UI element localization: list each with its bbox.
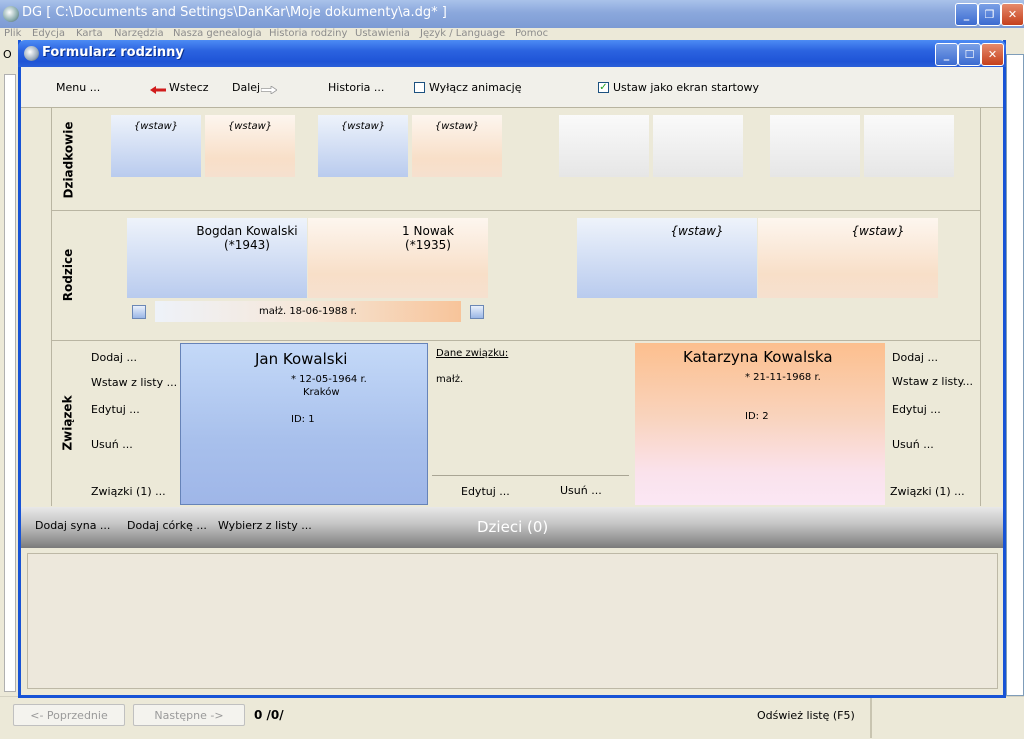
- menu-ustawienia[interactable]: Ustawienia: [355, 28, 410, 39]
- left-unions-button[interactable]: Związki (1) ...: [91, 485, 166, 498]
- minimize-icon[interactable]: _: [955, 3, 978, 26]
- person-card-katarzyna[interactable]: Katarzyna Kowalska * 21-11-1968 r. ID: 2: [635, 343, 885, 505]
- spouse-mother-card[interactable]: {wstaw}: [758, 218, 938, 298]
- person-birth: * 21-11-1968 r.: [745, 372, 821, 383]
- main-left-panel: [0, 44, 16, 696]
- refresh-list-button[interactable]: Odśwież listę (F5): [757, 709, 855, 722]
- right-add-button[interactable]: Dodaj ...: [892, 351, 938, 364]
- main-window-title: DG [ C:\Documents and Settings\DanKar\Mo…: [22, 5, 447, 20]
- father-card[interactable]: Bogdan Kowalski (*1943): [127, 218, 307, 298]
- restore-icon[interactable]: ❐: [978, 3, 1001, 26]
- dialog-minimize-icon[interactable]: _: [935, 43, 958, 66]
- union-details-title: Dane związku:: [436, 348, 509, 359]
- grandmother-paternal-card[interactable]: {wstaw}: [205, 115, 295, 177]
- menu-nasza-genealogia[interactable]: Nasza genealogia: [173, 28, 262, 39]
- children-list-area: [27, 553, 998, 689]
- right-edit-button[interactable]: Edytuj ...: [892, 403, 941, 416]
- grandfather-paternal-card[interactable]: {wstaw}: [111, 115, 201, 177]
- left-edit-button[interactable]: Edytuj ...: [91, 403, 140, 416]
- grandparent-empty-card: [770, 115, 860, 177]
- menu-button[interactable]: Menu ...: [56, 81, 100, 94]
- section-left-border: [51, 108, 52, 506]
- grandparents-label: Dziadkowie: [61, 121, 75, 199]
- add-daughter-button[interactable]: Dodaj córkę ...: [127, 519, 207, 532]
- person-id: ID: 2: [745, 411, 769, 422]
- left-add-button[interactable]: Dodaj ...: [91, 351, 137, 364]
- app-icon: [3, 6, 19, 22]
- parents-label: Rodzice: [61, 248, 75, 302]
- person-birth: * 12-05-1964 r.: [291, 374, 367, 385]
- main-tab-fragment[interactable]: O: [3, 48, 12, 61]
- right-delete-button[interactable]: Usuń ...: [892, 438, 934, 451]
- left-delete-button[interactable]: Usuń ...: [91, 438, 133, 451]
- union-delete-button[interactable]: Usuń ...: [560, 484, 602, 497]
- menu-karta[interactable]: Karta: [76, 28, 103, 39]
- section-divider: [51, 340, 981, 341]
- father-birth: (*1943): [224, 238, 270, 252]
- close-icon[interactable]: ✕: [1001, 3, 1024, 26]
- menu-plik[interactable]: Plik: [4, 28, 21, 39]
- dialog-app-icon: [24, 46, 39, 61]
- union-details-divider: [432, 475, 629, 476]
- menu-narzedzia[interactable]: Narzędzia: [114, 28, 164, 39]
- right-insert-from-list-button[interactable]: Wstaw z listy...: [892, 375, 973, 388]
- mother-name: 1 Nowak: [402, 224, 454, 238]
- add-son-button[interactable]: Dodaj syna ...: [35, 519, 110, 532]
- next-button[interactable]: Następne ->: [133, 704, 245, 726]
- dialog-maximize-icon[interactable]: ☐: [958, 43, 981, 66]
- start-screen-label: Ustaw jako ekran startowy: [613, 81, 760, 94]
- edit-mother-icon[interactable]: [470, 305, 484, 319]
- grandparent-empty-card: [653, 115, 743, 177]
- previous-button[interactable]: <- Poprzednie: [13, 704, 125, 726]
- history-button[interactable]: Historia ...: [328, 81, 384, 94]
- page-counter: 0 /0/: [254, 708, 284, 722]
- section-divider: [51, 210, 981, 211]
- person-name: Katarzyna Kowalska: [683, 348, 833, 366]
- disable-animation-checkbox[interactable]: [414, 82, 425, 93]
- union-type: małż.: [436, 374, 464, 385]
- union-edit-button[interactable]: Edytuj ...: [461, 485, 510, 498]
- children-title: Dzieci (0): [477, 518, 549, 536]
- edit-father-icon[interactable]: [132, 305, 146, 319]
- right-unions-button[interactable]: Związki (1) ...: [890, 485, 965, 498]
- dialog-close-icon[interactable]: ✕: [981, 43, 1004, 66]
- mother-birth: (*1935): [405, 238, 451, 252]
- section-right-border: [980, 108, 981, 506]
- grandmother-maternal-card[interactable]: {wstaw}: [412, 115, 502, 177]
- grandparent-empty-card: [864, 115, 954, 177]
- bottom-divider: [870, 696, 872, 738]
- parents-marriage-bar[interactable]: małż. 18-06-1988 r.: [155, 301, 461, 322]
- forward-button[interactable]: Dalej: [232, 81, 260, 94]
- menu-edycja[interactable]: Edycja: [32, 28, 65, 39]
- start-screen-checkbox[interactable]: ✓: [598, 82, 609, 93]
- grandparent-empty-card: [559, 115, 649, 177]
- mother-card[interactable]: 1 Nowak (*1935): [308, 218, 488, 298]
- father-name: Bogdan Kowalski: [196, 224, 298, 238]
- person-id: ID: 1: [291, 414, 315, 425]
- person-name: Jan Kowalski: [255, 350, 348, 368]
- dialog-title: Formularz rodzinny: [42, 45, 184, 60]
- left-insert-from-list-button[interactable]: Wstaw z listy ...: [91, 376, 177, 389]
- forward-arrow-icon: [260, 84, 278, 97]
- main-right-panel: [1006, 44, 1024, 696]
- person-card-jan[interactable]: Jan Kowalski * 12-05-1964 r. Kraków ID: …: [180, 343, 428, 505]
- union-label: Związek: [61, 394, 76, 451]
- menu-pomoc[interactable]: Pomoc: [515, 28, 548, 39]
- menu-historia-rodziny[interactable]: Historia rodziny: [269, 28, 347, 39]
- person-place: Kraków: [303, 387, 340, 398]
- menu-jezyk[interactable]: Język / Language: [420, 28, 505, 39]
- disable-animation-label: Wyłącz animację: [429, 81, 522, 94]
- back-button[interactable]: Wstecz: [169, 81, 209, 94]
- spouse-father-card[interactable]: {wstaw}: [577, 218, 757, 298]
- back-arrow-icon: [150, 84, 166, 97]
- grandfather-maternal-card[interactable]: {wstaw}: [318, 115, 408, 177]
- pick-from-list-button[interactable]: Wybierz z listy ...: [218, 519, 312, 532]
